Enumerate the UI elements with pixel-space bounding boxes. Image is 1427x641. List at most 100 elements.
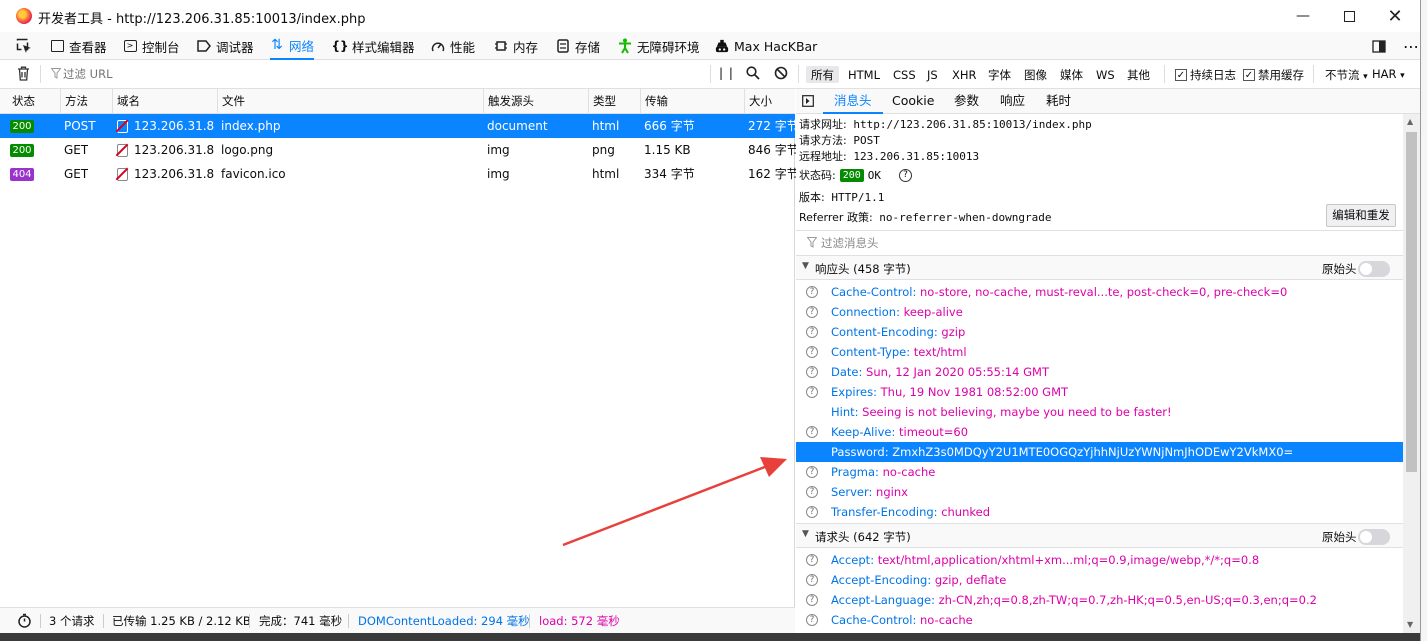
block-icon[interactable] [774,66,788,83]
table-row[interactable]: 200 GET 123.206.31.85... logo.png img pn… [0,138,799,162]
tab-max-hackbar[interactable]: Max HacKBar [715,32,817,60]
header-row[interactable]: ? Content-Type: text/html [796,342,1404,362]
dock-icon[interactable] [1372,32,1386,60]
help-icon[interactable]: ? [806,486,818,498]
disable-cache-checkbox[interactable]: ✓ 禁用缓存 [1243,67,1304,83]
persist-logs-checkbox[interactable]: ✓ 持续日志 [1175,67,1236,83]
devtools-toolbar: 查看器 > 控制台 调试器 ⇅ 网络 {} 样式编辑器 性能 内存 存储 无障碍… [0,32,1420,60]
tab-style-editor[interactable]: {} 样式编辑器 [331,32,414,60]
throttle-select[interactable]: 不节流 ▾ [1325,67,1368,83]
filter-type-image[interactable]: 图像 [1019,66,1052,83]
toggle-sidebar-icon[interactable] [802,90,814,115]
header-row[interactable]: ? Cache-Control: no-cache [796,610,1404,630]
tab-headers[interactable]: 消息头 [823,89,883,114]
help-icon[interactable]: ? [806,326,818,338]
response-headers-section[interactable]: ▼ 响应头 (458 字节) 原始头 [796,255,1404,280]
header-row[interactable]: Password: ZmxhZ3s0MDQyY2U1MTE0OGQzYjhhNj… [796,442,1404,462]
tab-response[interactable]: 响应 [1000,89,1025,114]
col-file[interactable]: 文件 [217,89,245,114]
help-icon[interactable]: ? [806,574,818,586]
header-row[interactable]: ? Transfer-Encoding: chunked [796,502,1404,522]
filter-type-media[interactable]: 媒体 [1055,66,1088,83]
close-icon[interactable]: ✕ [1372,0,1418,32]
url-filter-input[interactable] [63,64,703,84]
details-scrollbar[interactable]: ▲ ▼ [1403,114,1420,633]
raw-headers-toggle[interactable] [1358,261,1390,277]
tab-accessibility[interactable]: 无障碍环境 [618,32,700,60]
search-icon[interactable] [746,66,760,83]
filter-type-html[interactable]: HTML [843,66,885,83]
filter-type-other[interactable]: 其他 [1122,66,1155,83]
help-icon[interactable]: ? [806,286,818,298]
title-bar: 开发者工具 - http://123.206.31.85:10013/index… [0,0,1420,32]
scroll-up-icon[interactable]: ▲ [1407,117,1413,126]
trash-icon[interactable] [17,66,30,85]
col-method[interactable]: 方法 [60,89,88,114]
help-icon[interactable]: ? [806,346,818,358]
transferred-cell: 334 字节 [644,167,695,181]
table-row[interactable]: 404 GET 123.206.31.85... favicon.ico img… [0,162,799,186]
header-row[interactable]: ? Pragma: no-cache [796,462,1404,482]
tab-debugger[interactable]: 调试器 [197,32,254,60]
filter-type-all[interactable]: 所有 [806,66,839,83]
scrollbar-thumb[interactable] [1406,132,1417,472]
table-row[interactable]: 200 POST 123.206.31.85... index.php docu… [0,114,799,138]
header-row[interactable]: ? Date: Sun, 12 Jan 2020 05:55:14 GMT [796,362,1404,382]
method-cell: GET [64,143,89,157]
header-row[interactable]: ? Accept-Language: zh-CN,zh;q=0.8,zh-TW;q… [796,590,1404,610]
pause-icon[interactable]: | | [719,66,734,80]
header-name: Connection: keep-alive [831,305,963,319]
tab-console[interactable]: > 控制台 [123,32,180,60]
tab-memory[interactable]: 内存 [494,32,538,60]
filter-type-xhr[interactable]: XHR [947,66,982,83]
filter-type-css[interactable]: CSS [888,66,921,83]
filter-type-js[interactable]: JS [922,66,943,83]
header-row[interactable]: ? Content-Encoding: gzip [796,322,1404,342]
tab-storage[interactable]: 存储 [556,32,600,60]
header-row[interactable]: ? Cache-Control: no-store, no-cache, must… [796,282,1404,302]
header-row[interactable]: ? Accept-Encoding: gzip, deflate [796,570,1404,590]
col-cause[interactable]: 触发源头 [483,89,534,114]
col-type[interactable]: 类型 [588,89,616,114]
tab-inspector[interactable]: 查看器 [50,32,107,60]
help-icon[interactable]: ? [899,168,913,182]
col-status[interactable]: 状态 [8,89,35,114]
help-icon[interactable]: ? [806,594,818,606]
stopwatch-icon[interactable] [17,608,32,634]
help-icon[interactable]: ? [806,366,818,378]
help-icon[interactable]: ? [806,306,818,318]
more-options-icon[interactable]: ⋯ [1403,32,1419,60]
help-icon[interactable]: ? [806,426,818,438]
raw-headers-toggle[interactable] [1358,529,1390,545]
header-row[interactable]: ? Connection: keep-alive [796,302,1404,322]
help-icon[interactable]: ? [806,466,818,478]
minimize-icon[interactable]: — [1280,0,1326,32]
header-value: Thu, 19 Nov 1981 08:52:00 GMT [880,385,1069,399]
filter-type-font[interactable]: 字体 [983,66,1016,83]
help-icon[interactable]: ? [806,614,818,626]
tab-performance[interactable]: 性能 [431,32,475,60]
col-size[interactable]: 大小 [744,89,772,114]
element-picker-icon[interactable] [16,32,32,60]
tab-cookie[interactable]: Cookie [892,89,934,114]
header-row[interactable]: Hint: Seeing is not believing, maybe you… [796,402,1404,422]
col-transferred[interactable]: 传输 [640,89,668,114]
col-domain[interactable]: 域名 [112,89,140,114]
tab-timings[interactable]: 耗时 [1046,89,1071,114]
help-icon[interactable]: ? [806,386,818,398]
header-row[interactable]: ? Expires: Thu, 19 Nov 1981 08:52:00 GMT [796,382,1404,402]
filter-type-ws[interactable]: WS [1091,66,1120,83]
header-row[interactable]: ? Accept: text/html,application/xhtml+xm.… [796,550,1404,570]
help-icon[interactable]: ? [806,506,818,518]
header-row[interactable]: ? Server: nginx [796,482,1404,502]
filter-headers-input[interactable]: 过滤消息头 [796,230,1404,254]
edit-resend-button[interactable]: 编辑和重发 [1326,204,1396,227]
tab-params[interactable]: 参数 [954,89,979,114]
request-headers-section[interactable]: ▼ 请求头 (642 字节) 原始头 [796,523,1404,548]
har-menu[interactable]: HAR ▾ [1372,67,1405,81]
help-icon[interactable]: ? [806,554,818,566]
tab-network[interactable]: ⇅ 网络 [270,32,315,60]
maximize-icon[interactable] [1326,0,1372,32]
header-row[interactable]: ? Keep-Alive: timeout=60 [796,422,1404,442]
scroll-down-icon[interactable]: ▼ [1407,620,1413,629]
